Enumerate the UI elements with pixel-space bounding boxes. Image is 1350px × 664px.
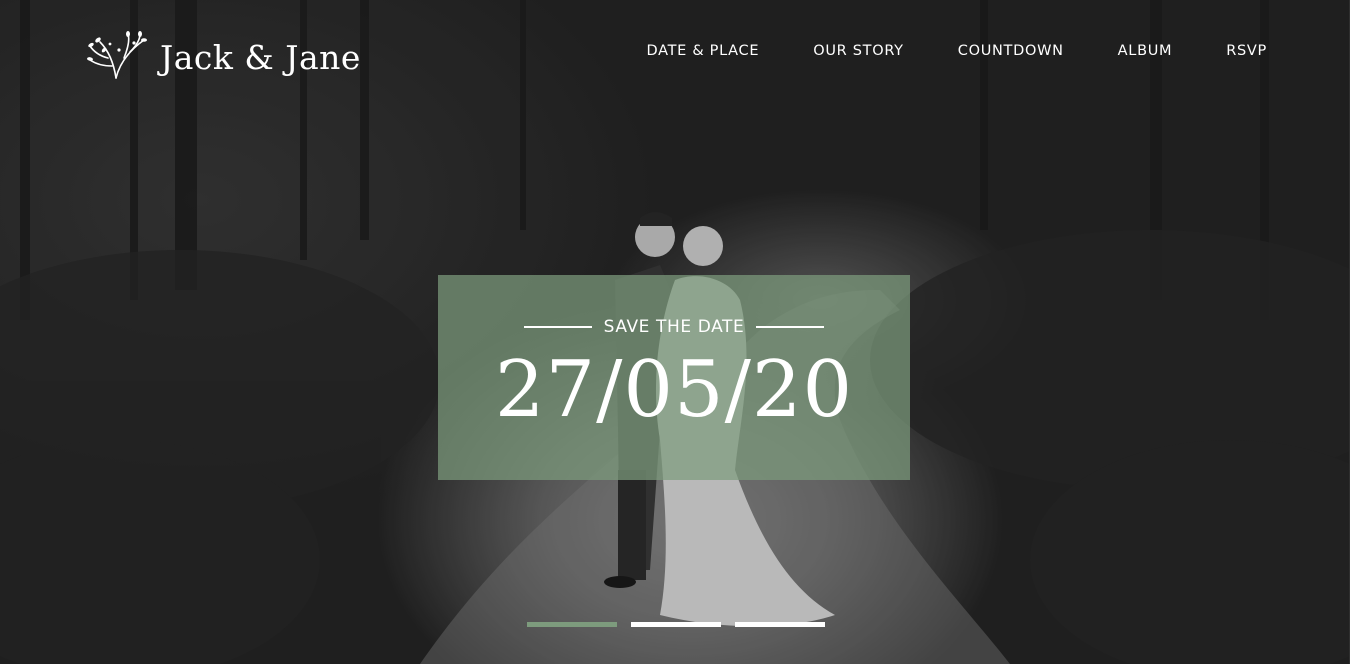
left-divider <box>523 326 592 328</box>
slide-indicator-3[interactable] <box>735 622 825 627</box>
slide-indicator-2[interactable] <box>631 622 721 627</box>
save-the-date-heading: SAVE THE DATE <box>438 317 910 337</box>
nav-item-countdown[interactable]: COUNTDOWN <box>958 43 1064 59</box>
nav-item-date-place[interactable]: DATE & PLACE <box>646 43 759 59</box>
brand-name: Jack & Jane <box>160 38 361 77</box>
right-divider <box>756 326 825 328</box>
slider-pagination <box>527 622 839 627</box>
nav-item-album[interactable]: ALBUM <box>1118 43 1173 59</box>
main-nav: DATE & PLACE OUR STORY COUNTDOWN ALBUM R… <box>592 43 1267 59</box>
nav-item-our-story[interactable]: OUR STORY <box>813 43 904 59</box>
nav-item-rsvp[interactable]: RSVP <box>1226 43 1267 59</box>
save-the-date-label: SAVE THE DATE <box>603 317 745 337</box>
leaf-branch-icon <box>86 30 150 85</box>
brand-logo[interactable]: Jack & Jane <box>86 30 361 85</box>
wedding-date: 27/05/20 <box>494 345 854 435</box>
slide-indicator-1[interactable] <box>527 622 617 627</box>
save-the-date-box: SAVE THE DATE 27/05/20 <box>438 275 910 480</box>
